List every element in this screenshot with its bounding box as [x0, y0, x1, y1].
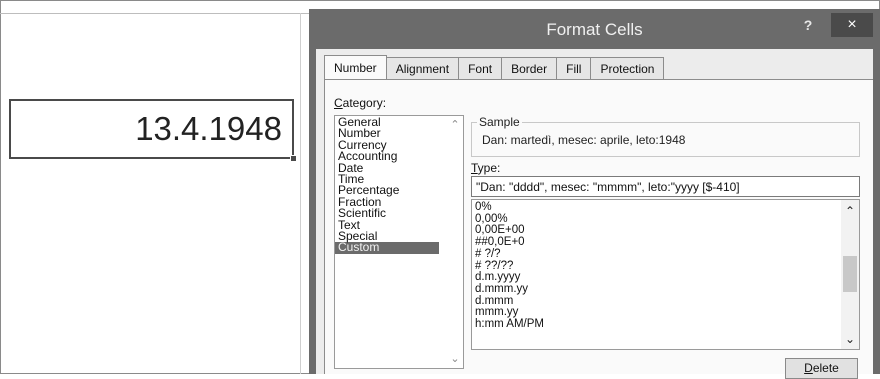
format-cells-dialog: Format Cells ? × Number Alignment Font B… [309, 9, 880, 379]
dialog-body: Number Alignment Font Border Fill Protec… [316, 49, 873, 379]
sheet-header-line [0, 13, 310, 14]
format-item[interactable]: d.m.yyyy [472, 272, 859, 284]
format-item[interactable]: # ?/? [472, 248, 859, 261]
tab-fill[interactable]: Fill [557, 57, 592, 80]
format-item[interactable]: 0,00% [472, 213, 859, 226]
category-scrollbar[interactable]: ⌃ ⌄ [447, 116, 463, 368]
tab-alignment[interactable]: Alignment [386, 57, 460, 80]
format-list-scrollbar[interactable]: ⌃ ⌄ [841, 200, 859, 349]
type-input[interactable]: "Dan: "dddd", mesec: "mmmm", leto:"yyyy … [471, 176, 860, 197]
chevron-up-icon[interactable]: ⌃ [841, 204, 859, 218]
delete-button[interactable]: Delete [785, 358, 858, 379]
close-button[interactable]: × [831, 13, 873, 37]
sheet-gridline [300, 13, 301, 374]
tab-font[interactable]: Font [459, 57, 503, 80]
chevron-down-icon[interactable]: ⌄ [447, 352, 463, 365]
format-item[interactable]: ##0,0E+0 [472, 236, 859, 249]
format-item[interactable]: 0,00E+00 [472, 225, 859, 237]
format-item[interactable]: 0% [472, 201, 859, 214]
format-item[interactable]: d.mmm [472, 295, 859, 308]
category-list[interactable]: General Number Currency Accounting Date … [334, 115, 464, 369]
chevron-up-icon[interactable]: ⌃ [447, 118, 463, 131]
type-label: Type: [471, 161, 501, 175]
category-label: Category: [334, 96, 387, 110]
tab-number[interactable]: Number [324, 55, 387, 80]
format-code-list[interactable]: 0% 0,00% 0,00E+00 ##0,0E+0 # ?/? # ??/??… [471, 199, 860, 350]
tab-strip: Number Alignment Font Border Fill Protec… [324, 55, 665, 80]
selected-cell[interactable]: 13.4.1948 [9, 99, 294, 159]
format-item[interactable]: # ??/?? [472, 260, 859, 273]
sample-text: Dan: martedì, mesec: aprile, leto:1948 [482, 133, 686, 147]
chevron-down-icon[interactable]: ⌄ [841, 332, 859, 346]
number-tab-panel: Category: General Number Currency Accoun… [324, 79, 873, 379]
dialog-title: Format Cells [546, 20, 643, 39]
format-item[interactable]: d.mmm.yy [472, 283, 859, 296]
help-button[interactable]: ? [798, 15, 818, 35]
fill-handle[interactable] [290, 155, 297, 162]
category-item-custom[interactable]: Custom [335, 241, 439, 254]
sample-label: Sample [477, 115, 522, 129]
format-item[interactable]: h:mm AM/PM [472, 318, 859, 331]
tab-border[interactable]: Border [502, 57, 558, 80]
scrollbar-thumb[interactable] [843, 256, 857, 292]
dialog-title-bar[interactable]: Format Cells ? × [309, 9, 880, 49]
tab-protection[interactable]: Protection [591, 57, 665, 80]
